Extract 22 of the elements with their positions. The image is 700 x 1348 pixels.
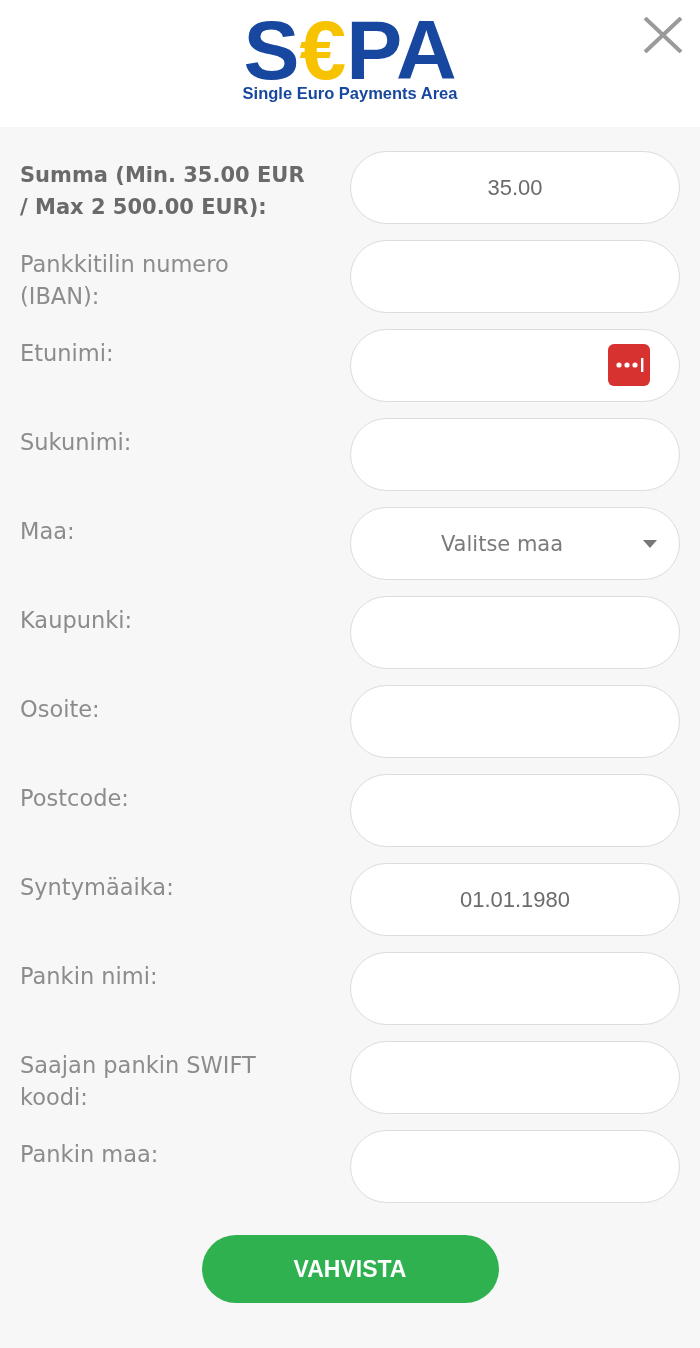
field-label: Pankin maa: [20,1140,160,1169]
close-icon [643,17,683,53]
field-label: Kaupunki: [20,606,134,635]
confirm-button[interactable]: VAHVISTA [201,1235,499,1303]
close-button[interactable] [643,17,683,53]
field-label: Pankin nimi: [20,962,159,991]
field-label: Saajan pankin SWIFT koodi: [20,1051,257,1112]
dots-icon[interactable] [608,344,650,386]
field-label: Maa: [20,517,76,546]
caret-icon [643,540,657,548]
field-label: Sukunimi: [20,428,133,457]
field-label: Osoite: [20,695,101,724]
field-label: Postcode: [20,784,130,813]
field-label: Pankkitilin numero (IBAN): [20,250,230,311]
field-label: Syntymäaika: [20,873,175,902]
field-label: Etunimi: [20,339,115,368]
input-field[interactable]: 35.00 [350,151,680,224]
field-label: Summa (Min. 35.00 EUR / Max 2 500.00 EUR): [20,162,306,221]
select-field[interactable]: Valitse maa [350,507,680,580]
logo-wordmark: S€PA [243,16,457,84]
logo-tagline: Single Euro Payments Area [242,84,458,102]
input-field[interactable]: 01.01.1980 [350,863,680,936]
